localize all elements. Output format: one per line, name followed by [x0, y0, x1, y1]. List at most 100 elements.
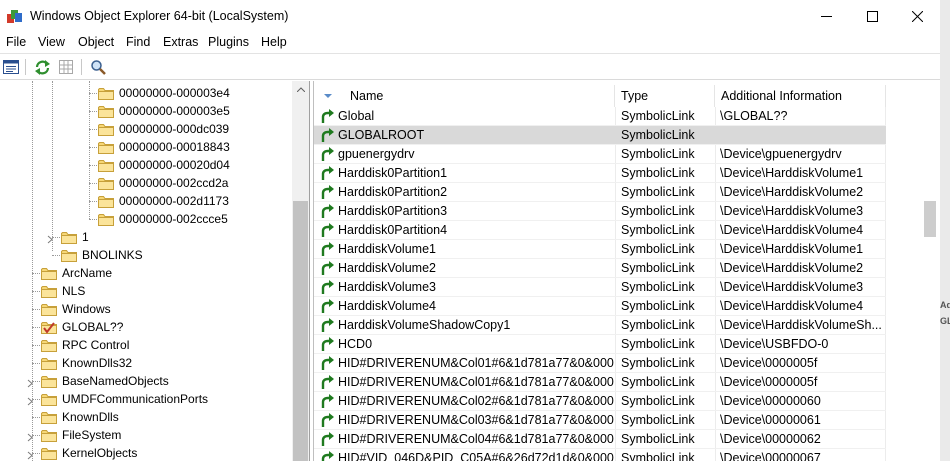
menu-view[interactable]: View — [38, 35, 65, 49]
list-row[interactable]: Harddisk0Partition3 SymbolicLink \Device\H… — [314, 202, 886, 221]
maximize-icon — [866, 10, 878, 22]
cell-name: HID#DRIVERENUM&Col02#6&1d781a77&0&0001..… — [338, 394, 614, 408]
tree-scroll-thumb[interactable] — [293, 201, 308, 461]
grid-button[interactable] — [56, 57, 76, 77]
list-row[interactable]: Harddisk0Partition1 SymbolicLink \Device\H… — [314, 164, 886, 183]
chevron-right-icon[interactable] — [47, 233, 53, 247]
tree-item-00000000-000dc039[interactable]: 00000000-000dc039 — [98, 120, 229, 138]
tree-item-bnolinks[interactable]: BNOLINKS — [61, 246, 143, 264]
cell-name: HID#DRIVERENUM&Col01#6&1d781a77&0&0000..… — [338, 356, 614, 370]
tree-item-rpc-control[interactable]: RPC Control — [41, 336, 129, 354]
cell-type: SymbolicLink — [621, 337, 695, 351]
list-scrollbar[interactable] — [922, 81, 939, 461]
list-row[interactable]: HarddiskVolumeShadowCopy1 SymbolicLink \De… — [314, 316, 886, 335]
refresh-button[interactable] — [32, 57, 52, 77]
minimize-button[interactable] — [803, 0, 849, 32]
menu-file[interactable]: File — [6, 35, 26, 49]
tree-item-global[interactable]: GLOBAL?? — [41, 318, 123, 336]
column-header-name[interactable]: Name — [314, 85, 615, 107]
list-row[interactable]: HID#DRIVERENUM&Col01#6&1d781a77&0&0000..… — [314, 354, 886, 373]
list-row[interactable]: HarddiskVolume1 SymbolicLink \Device\Hardd… — [314, 240, 886, 259]
title-bar: Windows Object Explorer 64-bit (LocalSys… — [0, 0, 940, 32]
cell-type: SymbolicLink — [621, 299, 695, 313]
chevron-right-icon[interactable] — [27, 449, 33, 461]
list-row[interactable]: Harddisk0Partition2 SymbolicLink \Device\H… — [314, 183, 886, 202]
cell-info: \Device\HarddiskVolume4 — [720, 223, 864, 237]
list-row[interactable]: HCD0 SymbolicLink \Device\USBFDO-0 — [314, 335, 886, 354]
cell-name: HID#DRIVERENUM&Col03#6&1d781a77&0&0002..… — [338, 413, 614, 427]
menu-extras[interactable]: Extras — [163, 35, 198, 49]
tree-item-00000000-000003e5[interactable]: 00000000-000003e5 — [98, 102, 230, 120]
list-row[interactable]: HID#DRIVERENUM&Col02#6&1d781a77&0&0001..… — [314, 392, 886, 411]
maximize-button[interactable] — [849, 0, 895, 32]
cell-name: Harddisk0Partition2 — [338, 185, 448, 199]
tree-item-label: UMDFCommunicationPorts — [62, 392, 209, 406]
tree-scrollbar[interactable] — [292, 81, 309, 461]
cell-name: Harddisk0Partition4 — [338, 223, 448, 237]
list-row[interactable]: GLOBALROOT SymbolicLink — [314, 126, 886, 145]
cell-name: HID#DRIVERENUM&Col04#6&1d781a77&0&0003..… — [338, 432, 614, 446]
tree-item-arcname[interactable]: ArcName — [41, 264, 112, 282]
column-header-type[interactable]: Type — [615, 85, 715, 107]
chevron-right-icon[interactable] — [27, 431, 33, 445]
tree-item-00000000-000003e4[interactable]: 00000000-000003e4 — [98, 84, 230, 102]
properties-button[interactable] — [1, 57, 21, 77]
tree-guide-line — [32, 381, 40, 382]
tree-item-label: KernelObjects — [62, 446, 138, 460]
tree-item-basenamedobjects[interactable]: BaseNamedObjects — [41, 372, 169, 390]
folder-icon — [98, 123, 114, 136]
tree-guide-line — [89, 183, 97, 184]
cell-info: \Device\HarddiskVolume2 — [720, 185, 864, 199]
list-row[interactable]: gpuenergydrv SymbolicLink \Device\gpuenerg… — [314, 145, 886, 164]
list-row[interactable]: HarddiskVolume2 SymbolicLink \Device\Hardd… — [314, 259, 886, 278]
folder-icon — [41, 267, 57, 280]
tree-item-nls[interactable]: NLS — [41, 282, 85, 300]
list-row[interactable]: HID#DRIVERENUM&Col04#6&1d781a77&0&0003..… — [314, 430, 886, 449]
cell-name: GLOBALROOT — [338, 128, 425, 142]
list-row[interactable]: HID#DRIVERENUM&Col03#6&1d781a77&0&0002..… — [314, 411, 886, 430]
tree-item-00000000-002d1173[interactable]: 00000000-002d1173 — [98, 192, 229, 210]
list-row[interactable]: HID#DRIVERENUM&Col01#6&1d781a77&0&0000..… — [314, 373, 886, 392]
symbolic-link-icon — [320, 146, 335, 162]
tree-item-umdfcommunicationports[interactable]: UMDFCommunicationPorts — [41, 390, 208, 408]
chevron-right-icon[interactable] — [27, 377, 33, 391]
list-scroll-thumb[interactable] — [924, 201, 936, 237]
list-row[interactable]: HarddiskVolume3 SymbolicLink \Device\Hardd… — [314, 278, 886, 297]
tree-item-00000000-002ccd2a[interactable]: 00000000-002ccd2a — [98, 174, 228, 192]
menu-help[interactable]: Help — [261, 35, 287, 49]
tree-item-kernelobjects[interactable]: KernelObjects — [41, 444, 137, 461]
object-list[interactable]: Name Type Additional Information Global S… — [313, 81, 940, 461]
cell-info: \Device\HarddiskVolume1 — [720, 242, 864, 256]
tree-item-00000000-00020d04[interactable]: 00000000-00020d04 — [98, 156, 230, 174]
tree-item-label: BNOLINKS — [82, 248, 143, 262]
chevron-right-icon[interactable] — [27, 395, 33, 409]
close-button[interactable] — [894, 0, 940, 32]
object-tree[interactable]: 00000000-000003e4 00000000-000003e5 000000… — [0, 81, 310, 461]
menu-object[interactable]: Object — [78, 35, 114, 49]
tree-item-knowndlls32[interactable]: KnownDlls32 — [41, 354, 132, 372]
list-row[interactable]: Harddisk0Partition4 SymbolicLink \Device\H… — [314, 221, 886, 240]
tree-guide-line — [32, 435, 40, 436]
folder-icon — [41, 393, 57, 406]
tree-item-filesystem[interactable]: FileSystem — [41, 426, 121, 444]
symbolic-link-icon — [320, 260, 335, 276]
tree-guide-line — [32, 291, 40, 292]
list-row[interactable]: Global SymbolicLink \GLOBAL?? — [314, 107, 886, 126]
list-row[interactable]: HID#VID_046D&PID_C05A#6&26d72d1d&0&0000.… — [314, 449, 886, 461]
folder-icon — [41, 303, 57, 316]
tree-guide-line — [52, 81, 53, 251]
search-button[interactable] — [88, 57, 108, 77]
tree-item-label: GLOBAL?? — [62, 320, 124, 334]
column-header-info[interactable]: Additional Information — [715, 85, 886, 107]
tree-item-windows[interactable]: Windows — [41, 300, 111, 318]
list-row[interactable]: HarddiskVolume4 SymbolicLink \Device\Hardd… — [314, 297, 886, 316]
tree-item-00000000-002ccce5[interactable]: 00000000-002ccce5 — [98, 210, 228, 228]
tree-item-1[interactable]: 1 — [61, 228, 89, 246]
scroll-up-button[interactable] — [292, 81, 309, 98]
folder-icon — [41, 285, 57, 298]
cell-type: SymbolicLink — [621, 451, 695, 461]
menu-find[interactable]: Find — [126, 35, 150, 49]
tree-item-00000000-00018843[interactable]: 00000000-00018843 — [98, 138, 230, 156]
tree-item-knowndlls[interactable]: KnownDlls — [41, 408, 119, 426]
menu-plugins[interactable]: Plugins — [208, 35, 249, 49]
